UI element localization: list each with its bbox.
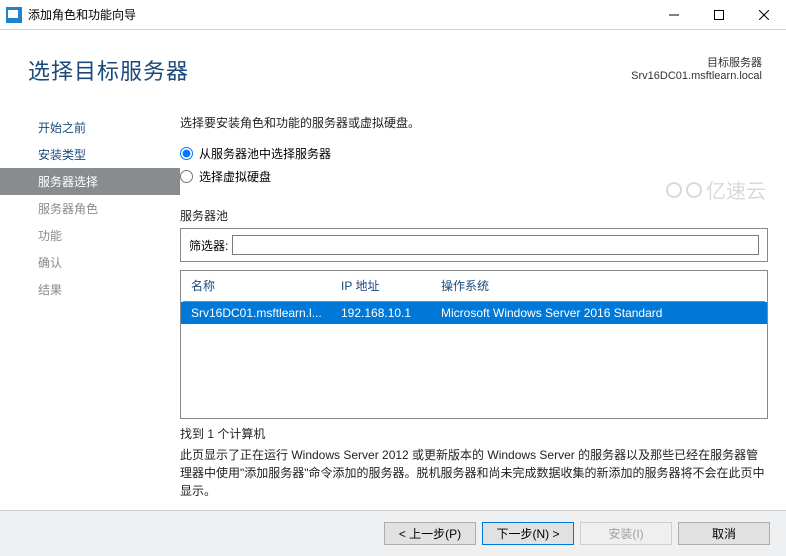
col-header-name[interactable]: 名称	[191, 277, 341, 294]
filter-input[interactable]	[232, 235, 759, 255]
nav-features: 功能	[0, 222, 180, 249]
server-pool-label: 服务器池	[180, 207, 768, 224]
radio-select-vhd[interactable]: 选择虚拟硬盘	[180, 168, 768, 185]
cell-ip: 192.168.10.1	[341, 306, 441, 320]
install-button: 安装(I)	[580, 522, 672, 545]
target-value: Srv16DC01.msftlearn.local	[631, 70, 762, 82]
found-count: 找到 1 个计算机	[180, 425, 768, 442]
target-label: 目标服务器	[631, 54, 762, 70]
filter-box: 筛选器:	[180, 228, 768, 262]
radio-from-pool-input[interactable]	[180, 147, 193, 160]
col-header-ip[interactable]: IP 地址	[341, 277, 441, 294]
cell-name: Srv16DC01.msftlearn.l...	[191, 306, 341, 320]
wizard-nav: 开始之前 安装类型 服务器选择 服务器角色 功能 确认 结果	[0, 108, 180, 500]
previous-button[interactable]: < 上一步(P)	[384, 522, 476, 545]
nav-before-you-begin[interactable]: 开始之前	[0, 114, 180, 141]
title-bar: 添加角色和功能向导	[0, 0, 786, 30]
nav-confirmation: 确认	[0, 249, 180, 276]
cell-os: Microsoft Windows Server 2016 Standard	[441, 306, 757, 320]
content-pane: 选择要安装角色和功能的服务器或虚拟硬盘。 从服务器池中选择服务器 选择虚拟硬盘 …	[180, 108, 786, 500]
col-header-os[interactable]: 操作系统	[441, 277, 757, 294]
radio-select-vhd-label: 选择虚拟硬盘	[199, 168, 271, 185]
radio-from-pool[interactable]: 从服务器池中选择服务器	[180, 145, 768, 162]
grid-header: 名称 IP 地址 操作系统	[181, 271, 767, 301]
filter-label: 筛选器:	[189, 237, 228, 254]
window-title: 添加角色和功能向导	[28, 6, 136, 23]
wizard-footer: < 上一步(P) 下一步(N) > 安装(I) 取消	[0, 510, 786, 556]
page-header: 选择目标服务器 目标服务器 Srv16DC01.msftlearn.local	[0, 30, 786, 108]
destination-radio-group: 从服务器池中选择服务器 选择虚拟硬盘	[180, 145, 768, 191]
close-button[interactable]	[741, 0, 786, 30]
radio-select-vhd-input[interactable]	[180, 170, 193, 183]
maximize-button[interactable]	[696, 0, 741, 30]
target-info: 目标服务器 Srv16DC01.msftlearn.local	[631, 54, 762, 82]
description-note: 此页显示了正在运行 Windows Server 2012 或更新版本的 Win…	[180, 446, 768, 500]
instruction-text: 选择要安装角色和功能的服务器或虚拟硬盘。	[180, 114, 768, 131]
main-area: 开始之前 安装类型 服务器选择 服务器角色 功能 确认 结果 选择要安装角色和功…	[0, 108, 786, 500]
nav-server-roles: 服务器角色	[0, 195, 180, 222]
app-icon	[6, 7, 22, 23]
nav-server-selection[interactable]: 服务器选择	[0, 168, 180, 195]
radio-from-pool-label: 从服务器池中选择服务器	[199, 145, 331, 162]
next-button[interactable]: 下一步(N) >	[482, 522, 574, 545]
server-grid: 名称 IP 地址 操作系统 Srv16DC01.msftlearn.l... 1…	[180, 270, 768, 419]
minimize-button[interactable]	[651, 0, 696, 30]
nav-results: 结果	[0, 276, 180, 303]
cancel-button[interactable]: 取消	[678, 522, 770, 545]
nav-install-type[interactable]: 安装类型	[0, 141, 180, 168]
window-controls	[651, 0, 786, 30]
grid-row-selected[interactable]: Srv16DC01.msftlearn.l... 192.168.10.1 Mi…	[181, 302, 767, 324]
page-title: 选择目标服务器	[28, 54, 189, 86]
